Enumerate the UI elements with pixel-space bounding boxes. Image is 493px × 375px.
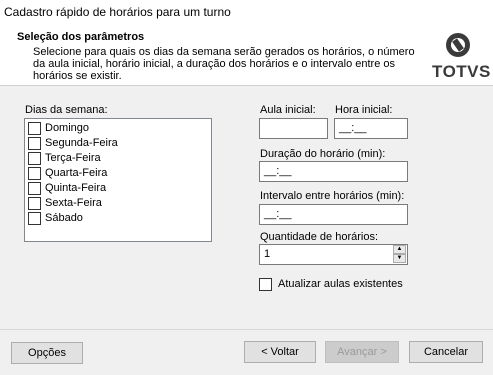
- atualizar-label: Atualizar aulas existentes: [278, 278, 403, 290]
- day-checkbox[interactable]: [28, 182, 41, 195]
- window-title: Cadastro rápido de horários para um turn…: [4, 5, 231, 19]
- quantidade-label: Quantidade de horários:: [260, 231, 379, 243]
- day-checkbox[interactable]: [28, 197, 41, 210]
- intervalo-label: Intervalo entre horários (min):: [260, 190, 405, 202]
- days-label: Dias da semana:: [25, 104, 108, 116]
- duracao-label: Duração do horário (min):: [260, 148, 386, 160]
- page-title: Seleção dos parâmetros: [17, 31, 145, 43]
- spin-down-arrow-icon[interactable]: ▼: [393, 254, 406, 263]
- spin-up-arrow-icon[interactable]: ▲: [393, 245, 406, 254]
- title-bar: Cadastro rápido de horários para um turn…: [0, 0, 493, 24]
- page-description: Selecione para quais os dias da semana s…: [33, 46, 415, 82]
- hora-inicial-label: Hora inicial:: [335, 104, 393, 116]
- day-checkbox[interactable]: [28, 212, 41, 225]
- atualizar-checkbox[interactable]: [259, 278, 272, 291]
- day-checkbox[interactable]: [28, 122, 41, 135]
- avancar-button[interactable]: Avançar >: [325, 341, 399, 363]
- cancelar-button[interactable]: Cancelar: [409, 341, 483, 363]
- totvs-logo-icon: [446, 33, 470, 57]
- duracao-input[interactable]: __:__: [259, 161, 408, 182]
- day-checkbox[interactable]: [28, 137, 41, 150]
- voltar-button[interactable]: < Voltar: [244, 341, 316, 363]
- day-label: Quinta-Feira: [45, 182, 107, 194]
- quantidade-stepper[interactable]: ▲ ▼: [393, 245, 407, 264]
- hora-inicial-input[interactable]: __:__: [334, 118, 408, 139]
- day-label: Sexta-Feira: [45, 197, 102, 209]
- day-checkbox[interactable]: [28, 152, 41, 165]
- wizard-header: Seleção dos parâmetros Selecione para qu…: [0, 24, 493, 86]
- day-label: Quarta-Feira: [45, 167, 108, 179]
- totvs-logo: TOTVS: [432, 32, 490, 82]
- intervalo-input[interactable]: __:__: [259, 204, 408, 225]
- opcoes-button[interactable]: Opções: [11, 342, 83, 364]
- footer-divider: [0, 329, 493, 330]
- day-checkbox[interactable]: [28, 167, 41, 180]
- day-label: Segunda-Feira: [45, 137, 118, 149]
- day-label: Sábado: [45, 212, 83, 224]
- aula-inicial-label: Aula inicial:: [260, 104, 316, 116]
- day-label: Terça-Feira: [45, 152, 101, 164]
- quantidade-input[interactable]: 1: [259, 244, 408, 265]
- aula-inicial-input[interactable]: [259, 118, 328, 139]
- logo-text: TOTVS: [432, 62, 491, 81]
- day-label: Domingo: [45, 122, 90, 134]
- days-listbox[interactable]: Domingo Segunda-Feira Terça-Feira Quarta…: [24, 118, 212, 242]
